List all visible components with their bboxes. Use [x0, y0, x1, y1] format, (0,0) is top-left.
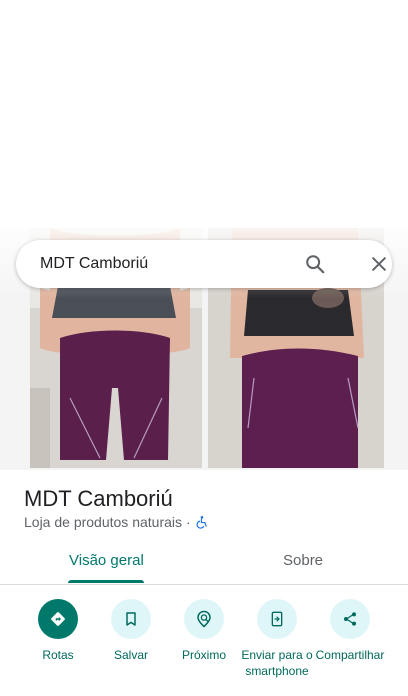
directions-icon	[51, 612, 65, 626]
map-area-blank	[0, 0, 408, 228]
wheelchair-accessible-icon	[196, 516, 207, 529]
nearby-label: Próximo	[181, 648, 226, 662]
tab-about[interactable]: Sobre	[283, 552, 323, 569]
save-label: Salvar	[113, 648, 148, 662]
share-button[interactable]: Compartilhar	[310, 599, 390, 663]
bookmark-icon	[126, 612, 136, 626]
tab-overview[interactable]: Visão geral	[69, 552, 144, 569]
directions-label: Rotas	[42, 648, 74, 662]
send-to-phone-label: Enviar para o smartphone	[241, 648, 313, 678]
place-category: Loja de produtos naturais	[24, 514, 182, 530]
nearby-button[interactable]: Próximo	[164, 599, 244, 663]
send-to-phone-icon	[271, 611, 283, 627]
active-tab-indicator	[68, 580, 144, 583]
place-subtitle: Loja de produtos naturais ·	[24, 514, 209, 530]
close-icon[interactable]	[369, 254, 389, 274]
send-to-phone-button[interactable]: Enviar para o smartphone	[237, 599, 317, 679]
search-query[interactable]: MDT Camboriú	[40, 255, 148, 273]
directions-button[interactable]: Rotas	[18, 599, 98, 663]
place-title: MDT Camboriú	[24, 486, 173, 511]
search-icon[interactable]	[304, 253, 326, 275]
separator-dot: ·	[186, 514, 191, 530]
share-label: Compartilhar	[315, 648, 385, 662]
share-icon	[344, 612, 356, 626]
nearby-icon	[197, 610, 211, 628]
save-button[interactable]: Salvar	[91, 599, 171, 663]
search-bar[interactable]: MDT Camboriú	[16, 240, 392, 288]
